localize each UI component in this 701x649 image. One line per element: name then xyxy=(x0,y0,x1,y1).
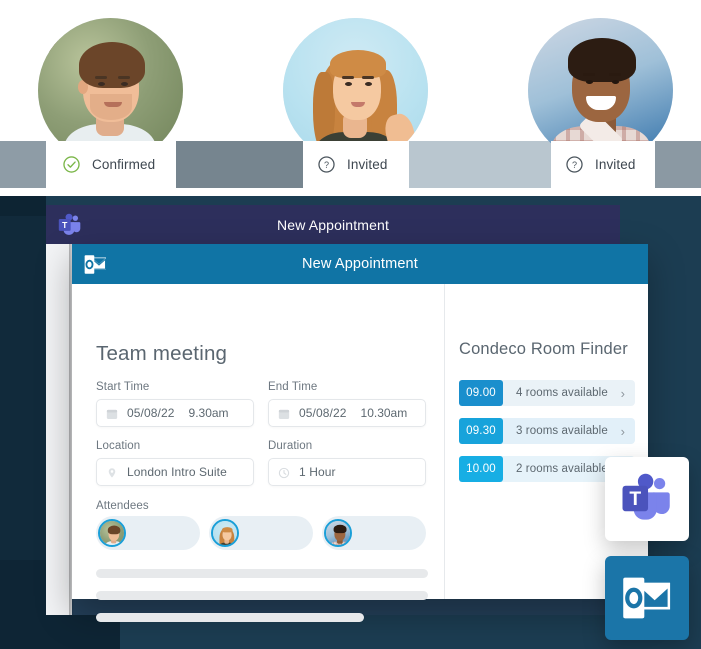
screenshot-stage: Confirmed ? Invited ? Invited New Appoin… xyxy=(0,0,701,649)
content-placeholder-bar xyxy=(96,569,428,578)
location-label: Location xyxy=(96,440,141,452)
status-chip-confirmed: Confirmed xyxy=(46,141,176,188)
svg-text:?: ? xyxy=(572,160,577,170)
start-time-date: 05/08/22 xyxy=(127,406,175,420)
outlook-window-title: New Appointment xyxy=(302,256,418,272)
calendar-icon xyxy=(106,407,118,419)
content-placeholder-bar xyxy=(96,591,428,600)
chevron-right-icon[interactable]: › xyxy=(621,425,625,438)
svg-text:T: T xyxy=(629,489,641,510)
teams-window-title: New Appointment xyxy=(277,216,389,233)
calendar-icon xyxy=(278,407,290,419)
time-badge: 10.00 xyxy=(459,456,503,482)
start-time-field[interactable]: 05/08/22 9.30am xyxy=(96,399,254,427)
status-chip-label: Confirmed xyxy=(92,157,156,172)
clock-icon xyxy=(278,466,290,479)
room-finder-row-0930[interactable]: 09.30 3 rooms available › xyxy=(459,418,635,444)
duration-value: 1 Hour xyxy=(299,465,336,479)
attendees-row xyxy=(96,516,428,550)
avatar-attendee-3 xyxy=(324,519,352,547)
status-chip-label: Invited xyxy=(347,157,388,172)
microsoft-teams-icon: T xyxy=(622,473,670,520)
availability-label: 2 rooms available xyxy=(516,463,608,475)
outlook-appointment-window: New Appointment Team meeting Start Time xyxy=(72,244,648,622)
attendee-status-section: Confirmed ? Invited ? Invited xyxy=(0,0,701,196)
microsoft-outlook-icon xyxy=(623,577,671,619)
appointment-form: Team meeting Start Time 05/08/22 9.30am … xyxy=(72,284,444,622)
end-time-field[interactable]: 05/08/22 10.30am xyxy=(268,399,426,427)
microsoft-outlook-tile[interactable] xyxy=(605,556,689,640)
end-time-label: End Time xyxy=(268,381,318,393)
end-time-time: 10.30am xyxy=(360,406,408,420)
location-pin-icon xyxy=(106,466,118,478)
condeco-room-finder-panel: Condeco Room Finder 09.00 4 rooms availa… xyxy=(445,284,648,599)
availability-label: 3 rooms available xyxy=(516,425,608,437)
start-time-label: Start Time xyxy=(96,381,150,393)
question-circle-icon: ? xyxy=(317,155,336,174)
microsoft-outlook-icon xyxy=(84,254,106,274)
start-time-time: 9.30am xyxy=(188,406,229,420)
chevron-right-icon[interactable]: › xyxy=(621,387,625,400)
time-badge: 09.00 xyxy=(459,380,503,406)
microsoft-teams-tile[interactable]: T xyxy=(605,457,689,541)
duration-field[interactable]: 1 Hour xyxy=(268,458,426,486)
microsoft-teams-icon: T xyxy=(57,212,83,238)
location-value: London Intro Suite xyxy=(127,465,227,479)
attendees-label: Attendees xyxy=(96,500,149,512)
status-chip-invited-2: ? Invited xyxy=(551,141,655,188)
avatar-attendee-1 xyxy=(98,519,126,547)
question-circle-icon: ? xyxy=(565,155,584,174)
meeting-title: Team meeting xyxy=(96,342,228,365)
svg-text:T: T xyxy=(62,220,68,230)
status-chip-label: Invited xyxy=(595,157,636,172)
availability-label: 4 rooms available xyxy=(516,387,608,399)
time-badge: 09.30 xyxy=(459,418,503,444)
svg-text:?: ? xyxy=(324,160,329,170)
room-finder-row-0900[interactable]: 09.00 4 rooms available › xyxy=(459,380,635,406)
location-field[interactable]: London Intro Suite xyxy=(96,458,254,486)
status-chip-invited-1: ? Invited xyxy=(303,141,409,188)
end-time-date: 05/08/22 xyxy=(299,406,347,420)
check-circle-icon xyxy=(62,155,81,174)
app-backdrop-top-band xyxy=(0,196,46,216)
content-placeholder-bar xyxy=(96,613,364,622)
duration-label: Duration xyxy=(268,440,313,452)
room-finder-title: Condeco Room Finder xyxy=(459,340,628,358)
avatar-attendee-2 xyxy=(211,519,239,547)
